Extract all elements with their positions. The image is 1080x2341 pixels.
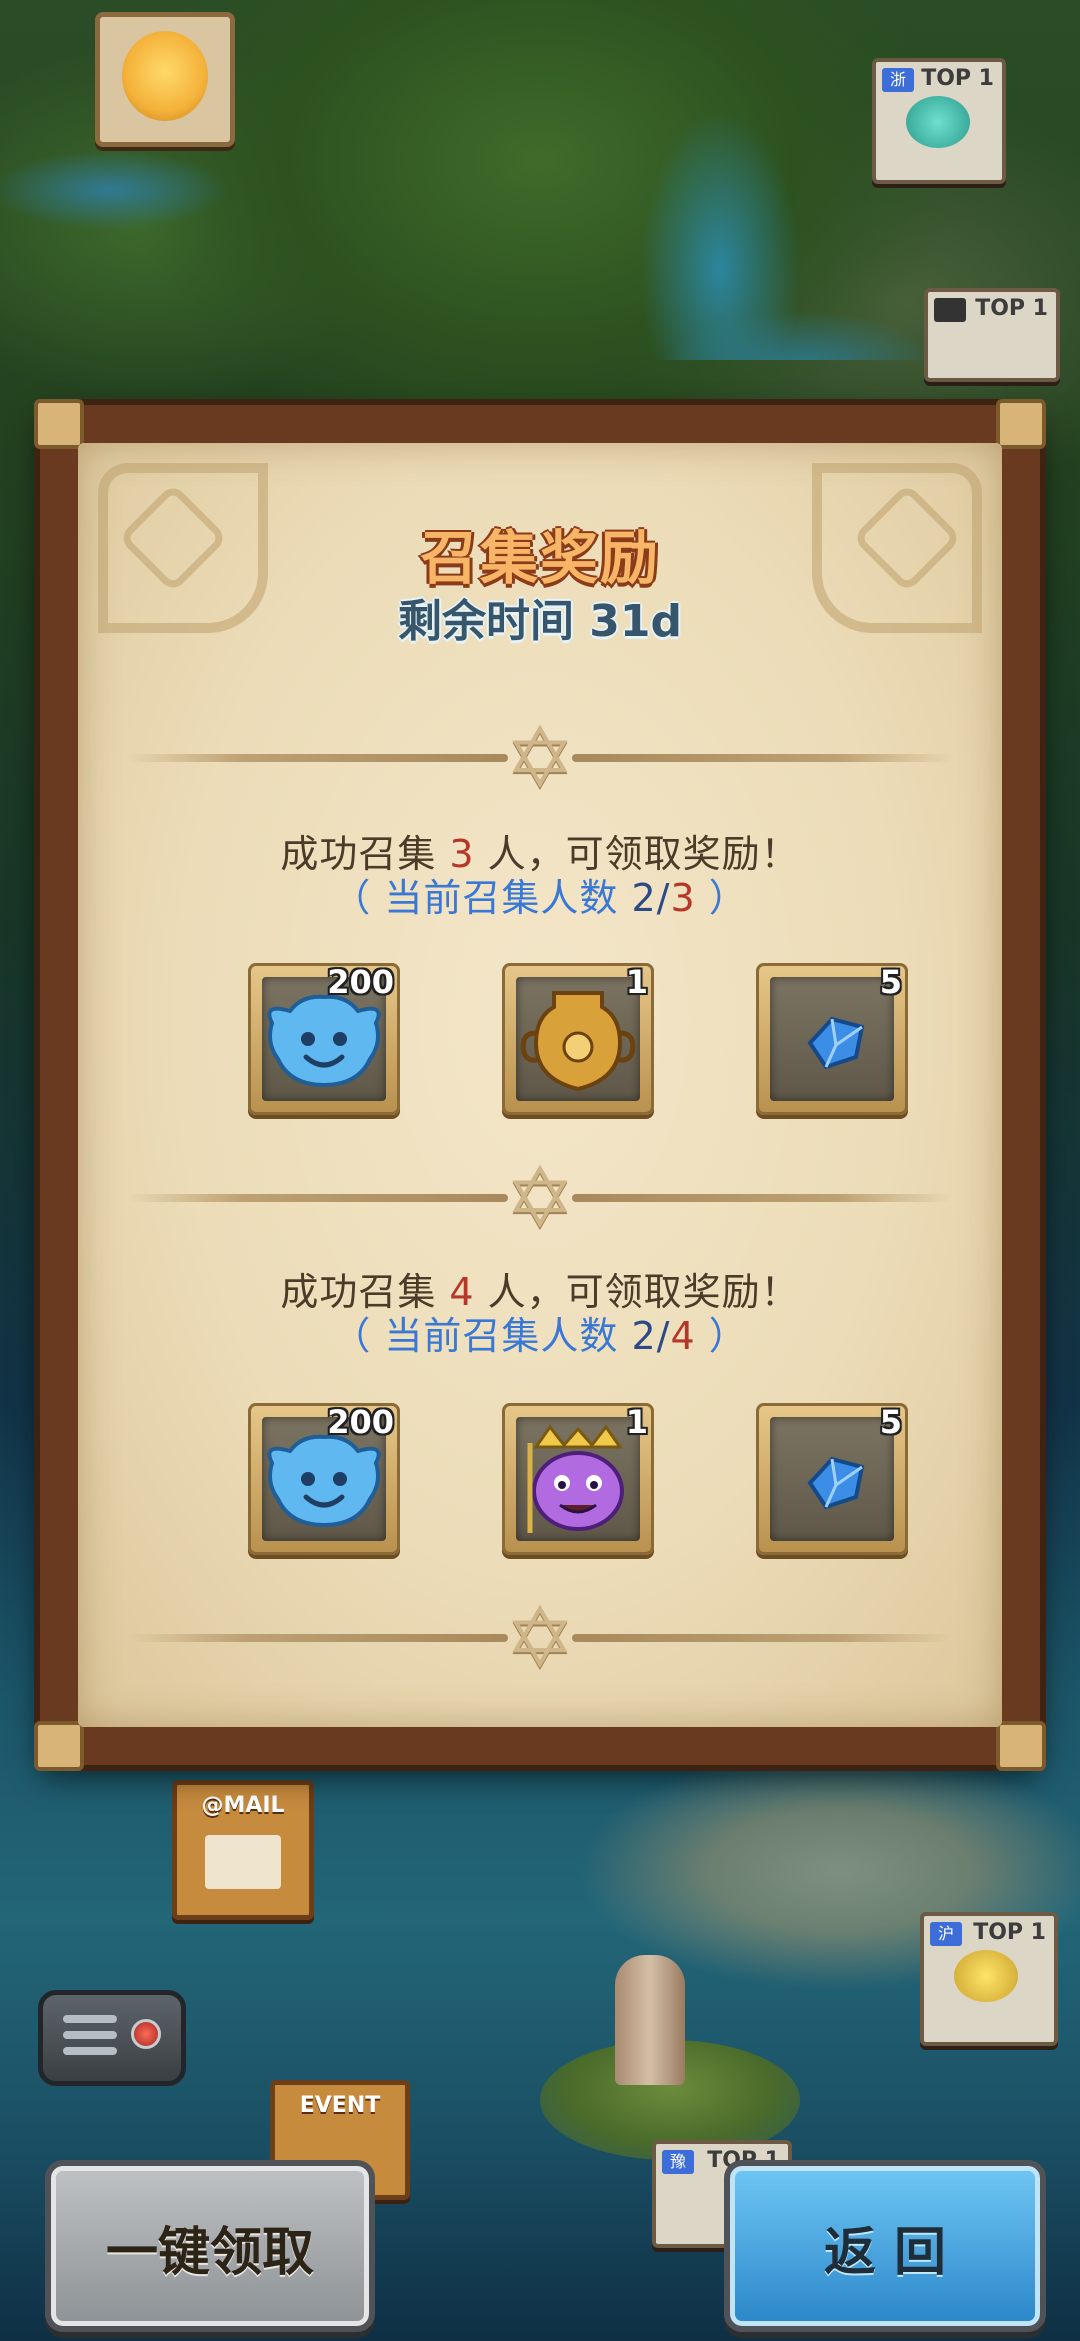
reward-slot[interactable]: 1	[502, 1403, 654, 1555]
divider: ✡	[128, 1595, 952, 1681]
leaderboard-badge[interactable]: TOP 1	[924, 288, 1060, 382]
divider: ✡	[128, 1155, 952, 1241]
notification-dot	[131, 2019, 161, 2049]
region-flag: 豫	[662, 2150, 694, 2174]
reward-count: 1	[625, 963, 648, 1001]
purple-monster-icon	[527, 1424, 624, 1533]
menu-button[interactable]	[38, 1990, 186, 2086]
dialog-title: 召集奖励	[419, 524, 660, 592]
reward-count: 5	[879, 963, 902, 1001]
reward-slot[interactable]: 200	[248, 963, 400, 1115]
back-button[interactable]: 返 回	[724, 2160, 1046, 2332]
reward-count: 200	[327, 963, 394, 1001]
blue-crystal-icon	[807, 1456, 865, 1510]
corner-bolt	[34, 1721, 84, 1771]
menu-icon	[63, 2015, 117, 2023]
corner-bolt	[996, 1721, 1046, 1771]
region-flag: 浙	[882, 68, 914, 92]
golden-urn-icon	[520, 991, 636, 1092]
blue-crystal-icon	[807, 1016, 865, 1070]
parchment: 召集奖励 剩余时间 31d ✡ 成功召集 3 人，可领取奖励！ （ 当前召集人数…	[78, 443, 1002, 1727]
star-ornament-icon: ✡	[504, 1149, 576, 1247]
avatar-face-icon	[122, 31, 208, 121]
reward-count: 200	[327, 1403, 394, 1441]
region-flag: 沪	[930, 1922, 962, 1946]
monster-face-icon	[906, 96, 970, 148]
rally-reward-dialog: 召集奖励 剩余时间 31d ✡ 成功召集 3 人，可领取奖励！ （ 当前召集人数…	[34, 399, 1046, 1771]
reward-slot[interactable]: 5	[756, 1403, 908, 1555]
tier-progress: （ 当前召集人数 2/4 ）	[332, 1314, 748, 1358]
remaining-time: 剩余时间 31d	[397, 596, 683, 647]
region-flag	[934, 298, 966, 322]
monster-face-icon	[954, 1950, 1018, 2002]
corner-bolt	[34, 399, 84, 449]
envelope-icon	[205, 1835, 281, 1889]
reward-slot[interactable]: 5	[756, 963, 908, 1115]
lighthouse-icon[interactable]	[615, 1955, 685, 2085]
star-ornament-icon: ✡	[504, 1589, 576, 1687]
reward-count: 1	[625, 1403, 648, 1441]
reward-slot[interactable]: 1	[502, 963, 654, 1115]
leaderboard-badge[interactable]: 沪 TOP 1	[920, 1912, 1058, 2046]
corner-bolt	[996, 399, 1046, 449]
claim-all-button[interactable]: 一键领取	[45, 2160, 375, 2332]
mail-sign[interactable]: @MAIL	[172, 1780, 314, 1920]
divider: ✡	[128, 715, 952, 801]
reward-slot[interactable]: 200	[248, 1403, 400, 1555]
player-avatar[interactable]	[95, 12, 235, 147]
leaderboard-badge[interactable]: 浙 TOP 1	[872, 58, 1006, 184]
reward-count: 5	[879, 1403, 902, 1441]
star-ornament-icon: ✡	[504, 709, 576, 807]
tier-progress: （ 当前召集人数 2/3 ）	[332, 876, 748, 920]
